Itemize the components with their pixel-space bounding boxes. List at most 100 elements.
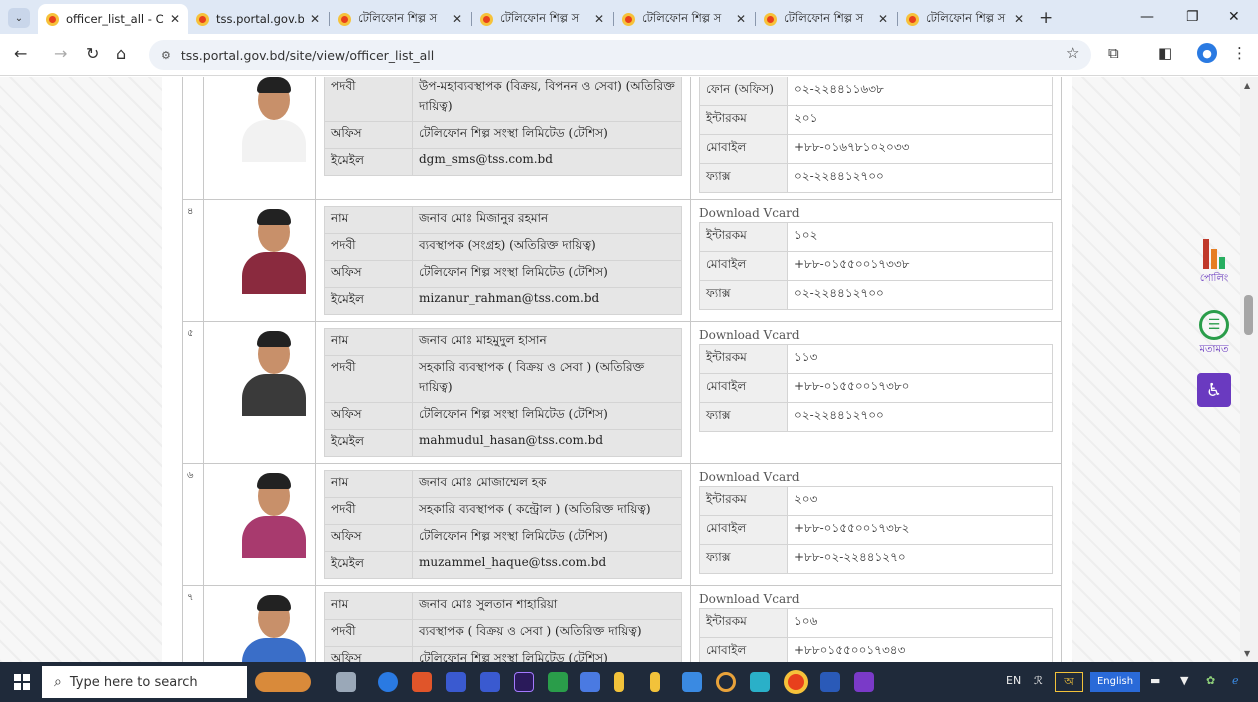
language-indicator[interactable]: EN bbox=[1006, 674, 1021, 687]
close-tab-icon[interactable]: ✕ bbox=[1014, 12, 1024, 26]
scroll-up-icon[interactable]: ▲ bbox=[1244, 81, 1250, 90]
restore-icon[interactable]: ❐ bbox=[1186, 9, 1199, 25]
officer-shirt bbox=[241, 252, 306, 294]
tab-tss-2[interactable]: টেলিফোন শিল্প স ✕ bbox=[472, 4, 612, 34]
app-icon[interactable] bbox=[548, 672, 568, 692]
feedback-icon[interactable]: ☰ bbox=[1199, 310, 1229, 340]
photoshop-icon[interactable] bbox=[514, 672, 534, 692]
tab-tss-3[interactable]: টেলিফোন শিল্প স ✕ bbox=[614, 4, 754, 34]
tray-icon[interactable]: ℯ bbox=[1232, 674, 1239, 687]
bookmark-star-icon[interactable]: ☆ bbox=[1066, 44, 1079, 62]
feedback-label[interactable]: মতামত bbox=[1184, 342, 1244, 359]
contact-label: ইন্টারকম bbox=[699, 344, 788, 374]
file-explorer-icon[interactable] bbox=[614, 672, 624, 692]
close-tab-icon[interactable]: ✕ bbox=[878, 12, 888, 26]
contact-label: ফ্যাক্স bbox=[699, 402, 788, 432]
app-icon[interactable] bbox=[336, 672, 356, 692]
close-tab-icon[interactable]: ✕ bbox=[310, 12, 320, 26]
info-value: জনাব মোঃ মাহমুদুল হাসান bbox=[412, 328, 682, 356]
info-value: mahmudul_hasan@tss.com.bd bbox=[412, 429, 682, 457]
pdf-app-icon[interactable] bbox=[854, 672, 874, 692]
sidepanel-icon[interactable]: ◧ bbox=[1158, 44, 1172, 62]
officer-row: ৪ নাম জনাব মোঃ মিজানুর রহমান পদবী ব্যবস্থাপক… bbox=[182, 199, 1062, 322]
download-vcard-link[interactable]: Download Vcard bbox=[699, 328, 1053, 342]
app-icon[interactable] bbox=[580, 672, 600, 692]
url-field[interactable]: ⚙ tss.portal.gov.bd/site/view/officer_li… bbox=[149, 40, 1091, 70]
officer-info-cell: নাম জনাব মোঃ সুলতান শাহারিয়া পদবী ব্যবস্থা… bbox=[315, 585, 691, 662]
contact-value: +৮৮-০১৫৫০০১৭৩৮২ bbox=[787, 515, 1053, 545]
info-label: অফিস bbox=[324, 121, 413, 149]
contact-table: ইন্টারকম ১১৩ মোবাইল +৮৮-০১৫৫০০১৭৩৮০ ফ্যাক্স ০… bbox=[699, 344, 1053, 432]
contact-label: ইন্টারকম bbox=[699, 105, 788, 135]
site-info-icon[interactable]: ⚙ bbox=[161, 49, 171, 62]
vertical-scrollbar[interactable]: ▲ ▼ bbox=[1240, 77, 1258, 662]
word-icon[interactable] bbox=[820, 672, 840, 692]
taskbar-search-box[interactable]: ⌕ Type here to search bbox=[42, 666, 247, 698]
keyboard-icon[interactable]: অ bbox=[1055, 672, 1083, 692]
officer-photo bbox=[241, 77, 306, 162]
app-icon[interactable] bbox=[446, 672, 466, 692]
close-window-icon[interactable]: ✕ bbox=[1228, 9, 1240, 25]
profile-avatar[interactable]: ● bbox=[1197, 43, 1217, 63]
officer-contact-cell: ফোন (অফিস) ০২-২২৪৪১১৬৩৮ ইন্টারকম ২০১ মোবাইল +… bbox=[690, 77, 1062, 200]
forward-icon[interactable]: → bbox=[54, 44, 67, 63]
close-tab-icon[interactable]: ✕ bbox=[170, 12, 180, 26]
search-app-icon[interactable] bbox=[716, 672, 736, 692]
tab-search-button[interactable]: ⌄ bbox=[8, 8, 30, 28]
menu-icon[interactable]: ⋮ bbox=[1232, 44, 1247, 62]
minimize-icon[interactable]: — bbox=[1140, 9, 1154, 25]
close-tab-icon[interactable]: ✕ bbox=[452, 12, 462, 26]
close-tab-icon[interactable]: ✕ bbox=[594, 12, 604, 26]
tray-icon[interactable]: ✿ bbox=[1206, 674, 1215, 687]
poll-label[interactable]: পোলিং bbox=[1184, 271, 1244, 288]
officer-info-cell: পদবী উপ-মহাব্যবস্থাপক (বিক্রয়, বিপনন ও স… bbox=[315, 77, 691, 200]
officer-info-table: নাম জনাব মোঃ মোজাম্মেল হক পদবী সহকারি ব্যবস… bbox=[324, 470, 682, 579]
widgets-icon[interactable] bbox=[255, 672, 311, 692]
home-icon[interactable]: ⌂ bbox=[116, 44, 126, 63]
keyboard-layout[interactable]: English bbox=[1090, 672, 1140, 692]
input-method-icon[interactable]: ℛ bbox=[1034, 674, 1043, 687]
tab-tss-5[interactable]: টেলিফোন শিল্প স ✕ bbox=[898, 4, 1032, 34]
new-tab-button[interactable]: + bbox=[1039, 8, 1053, 28]
app-icon[interactable] bbox=[480, 672, 500, 692]
contact-label: মোবাইল bbox=[699, 637, 788, 662]
download-vcard-link[interactable]: Download Vcard bbox=[699, 206, 1053, 220]
officer-info-table: নাম জনাব মোঃ মিজানুর রহমান পদবী ব্যবস্থাপক … bbox=[324, 206, 682, 315]
tray-icon[interactable]: ▼ bbox=[1180, 674, 1188, 687]
tab-tss-1[interactable]: টেলিফোন শিল্প স ✕ bbox=[330, 4, 470, 34]
tray-icon[interactable]: ▬ bbox=[1150, 674, 1160, 687]
close-tab-icon[interactable]: ✕ bbox=[736, 12, 746, 26]
info-row: নাম জনাব মোঃ মাহমুদুল হাসান bbox=[324, 328, 682, 356]
app-icon[interactable] bbox=[750, 672, 770, 692]
tab-officer-list[interactable]: officer_list_all - C ✕ bbox=[38, 4, 188, 34]
app-icon[interactable] bbox=[412, 672, 432, 692]
info-value: জনাব মোঃ সুলতান শাহারিয়া bbox=[412, 592, 682, 620]
contact-label: ইন্টারকম bbox=[699, 608, 788, 638]
chrome-icon[interactable] bbox=[784, 670, 808, 694]
edge-icon[interactable] bbox=[378, 672, 398, 692]
app-icon[interactable] bbox=[682, 672, 702, 692]
officer-photo-cell bbox=[202, 77, 317, 200]
officer-photo-cell bbox=[202, 463, 317, 586]
windows-start-icon[interactable] bbox=[14, 674, 30, 690]
extensions-icon[interactable]: ⧉ bbox=[1108, 44, 1119, 62]
contact-row: ফ্যাক্স +৮৮-০২-২২৪৪১২৭০ bbox=[699, 544, 1053, 574]
download-vcard-link[interactable]: Download Vcard bbox=[699, 592, 1053, 606]
accessibility-icon[interactable]: ♿ bbox=[1197, 373, 1231, 407]
back-icon[interactable]: ← bbox=[14, 44, 27, 63]
poll-icon[interactable] bbox=[1184, 237, 1244, 269]
file-explorer-icon[interactable] bbox=[650, 672, 660, 692]
info-row: অফিস টেলিফোন শিল্প সংস্থা লিমিটেড (টেশিস) bbox=[324, 260, 682, 288]
tab-portal[interactable]: tss.portal.gov.bd ✕ bbox=[188, 4, 328, 34]
info-value: উপ-মহাব্যবস্থাপক (বিক্রয়, বিপনন ও সেবা)… bbox=[412, 77, 682, 122]
officer-row: ৭ নাম জনাব মোঃ সুলতান শাহারিয়া পদবী ব্যবস্থ… bbox=[182, 585, 1062, 662]
contact-value: +৮৮-০১৫৫০০১৭৩৩৮ bbox=[787, 251, 1053, 281]
scroll-down-icon[interactable]: ▼ bbox=[1244, 649, 1250, 658]
info-label: পদবী bbox=[324, 233, 413, 261]
download-vcard-link[interactable]: Download Vcard bbox=[699, 470, 1053, 484]
info-label: অফিস bbox=[324, 524, 413, 552]
reload-icon[interactable]: ↻ bbox=[86, 44, 99, 63]
contact-row: মোবাইল +৮৮-০১৫৫০০১৭৩৮০ bbox=[699, 373, 1053, 403]
scrollbar-thumb[interactable] bbox=[1244, 295, 1253, 335]
tab-tss-4[interactable]: টেলিফোন শিল্প স ✕ bbox=[756, 4, 896, 34]
